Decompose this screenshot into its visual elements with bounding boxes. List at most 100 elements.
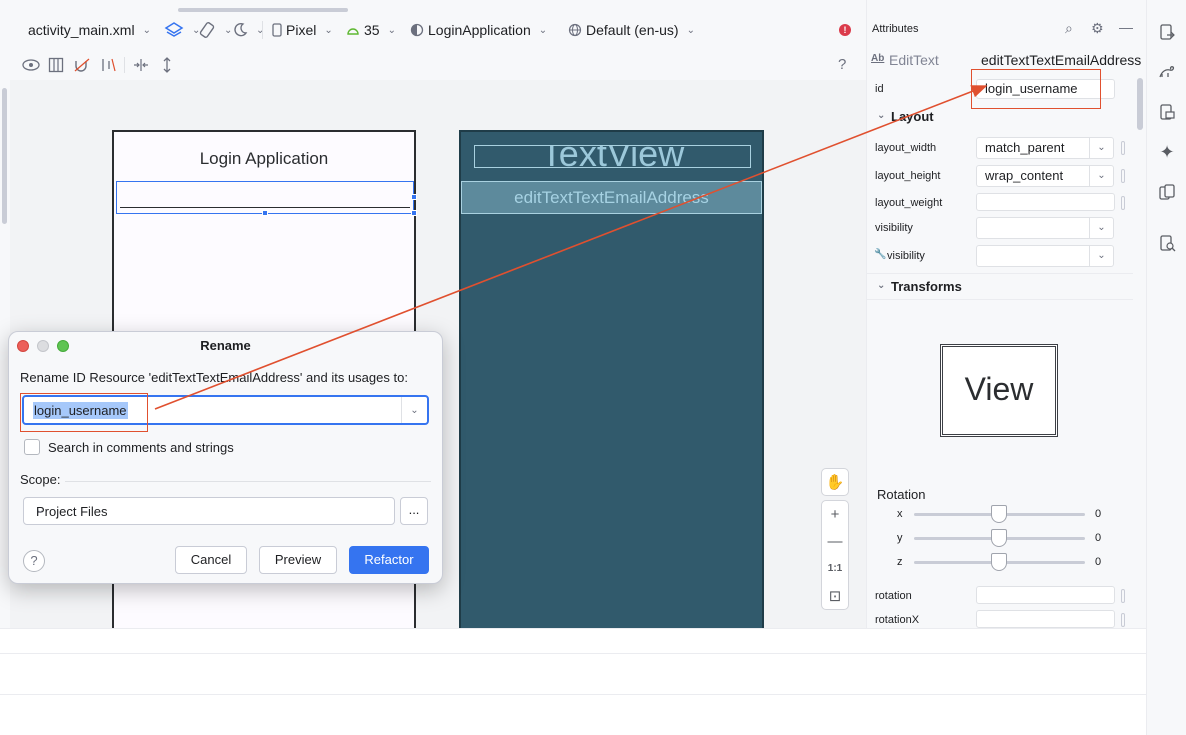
edittext-label: editTextTextEmailAddress <box>514 187 709 207</box>
device-manager-icon[interactable] <box>1157 22 1177 42</box>
attr-label: rotation <box>875 590 912 602</box>
refactor-button[interactable]: Refactor <box>349 546 429 574</box>
rotation-title: Rotation <box>877 487 926 502</box>
selected-edittext[interactable] <box>116 181 417 216</box>
slider-thumb[interactable] <box>991 529 1007 547</box>
bottom-panel-header <box>0 628 1146 654</box>
slider-thumb[interactable] <box>991 553 1007 571</box>
device-selector[interactable]: Pixel ⌄ <box>272 20 333 40</box>
cancel-button[interactable]: Cancel <box>175 546 247 574</box>
tools-visibility-dropdown[interactable]: ⌄ <box>976 245 1114 267</box>
minimize-icon[interactable]: — <box>1119 19 1133 35</box>
api-level: 35 <box>364 22 380 38</box>
resize-handle[interactable] <box>262 210 268 216</box>
attributes-scrollbar[interactable] <box>1137 78 1143 130</box>
section-divider <box>867 299 1133 300</box>
attr-pin[interactable] <box>1121 141 1125 155</box>
attr-label: visibility <box>887 250 925 262</box>
toolbar-divider <box>124 57 125 73</box>
chevron-down-icon: ⌄ <box>36 505 45 516</box>
device-file-explorer-icon[interactable] <box>1157 102 1177 122</box>
transforms-section-header[interactable]: ⌄ Transforms <box>867 276 1133 300</box>
running-devices-icon[interactable] <box>1157 182 1177 202</box>
attr-pin[interactable] <box>1121 169 1125 183</box>
resize-handle[interactable] <box>411 210 417 216</box>
theme-selector[interactable]: LoginApplication ⌄ <box>410 20 547 40</box>
layout-section-header[interactable]: ⌄ Layout <box>867 106 1133 130</box>
rotation-field[interactable] <box>976 586 1115 604</box>
attr-label: layout_height <box>875 170 941 182</box>
chevron-down-icon[interactable]: ⌄ <box>401 397 427 423</box>
attr-pin[interactable] <box>1121 196 1125 210</box>
app-title-text: Login Application <box>199 149 329 168</box>
widget-id-header: editTextTextEmailAddress <box>981 52 1142 68</box>
zoom-fit-icon[interactable]: ⊡ <box>822 582 848 609</box>
expand-vertical-icon[interactable] <box>159 56 175 74</box>
resize-handle[interactable] <box>411 194 417 200</box>
visibility-dropdown[interactable]: ⌄ <box>976 217 1114 239</box>
search-comments-checkbox[interactable] <box>24 439 40 455</box>
magnet-off-icon[interactable] <box>73 57 91 73</box>
search-comments-label[interactable]: Search in comments and strings <box>48 440 234 455</box>
zoom-in-icon[interactable]: + <box>822 501 848 528</box>
layout-height-dropdown[interactable]: wrap_content ⌄ <box>976 165 1114 187</box>
attr-value: match_parent <box>985 140 1065 155</box>
zoom-out-icon[interactable]: — <box>822 528 848 555</box>
attributes-title: Attributes <box>872 23 919 35</box>
chevron-down-icon: ⌄ <box>1089 218 1113 238</box>
gemini-sparkle-icon[interactable]: ✦ <box>1157 142 1177 162</box>
app-inspection-icon[interactable] <box>1157 233 1177 253</box>
theme-icon <box>410 23 424 37</box>
scope-dropdown[interactable]: Project Files ⌄ <box>23 497 395 525</box>
eye-icon[interactable] <box>22 57 40 73</box>
zoom-actual-size-button[interactable]: 1:1 <box>822 555 848 582</box>
rotation-value: 0 <box>1095 508 1102 520</box>
attr-pin[interactable] <box>1121 589 1125 603</box>
columns-icon[interactable] <box>48 57 64 73</box>
gradle-icon[interactable] <box>1157 62 1177 82</box>
vertical-scrollbar[interactable] <box>2 88 7 224</box>
textview-label: TextView <box>540 145 685 168</box>
night-mode-button[interactable]: ⌄ <box>232 20 264 40</box>
constraints-icon[interactable] <box>100 57 116 73</box>
file-selector[interactable]: activity_main.xml ⌄ <box>28 20 151 40</box>
gear-icon[interactable]: ⚙ <box>1091 20 1104 37</box>
wrench-icon: 🔧 <box>874 249 887 260</box>
chevron-down-icon: ⌄ <box>142 24 151 36</box>
orientation-button[interactable]: ⌄ <box>198 20 232 40</box>
file-name: activity_main.xml <box>28 22 135 38</box>
blueprint-edittext[interactable]: editTextTextEmailAddress <box>461 181 762 214</box>
chevron-down-icon: ⌄ <box>538 24 548 36</box>
scope-label: Scope: <box>20 472 61 487</box>
design-surface-button[interactable]: ⌄ <box>164 20 200 40</box>
slider-thumb[interactable] <box>991 505 1007 523</box>
pan-button[interactable]: ✋ <box>821 468 849 496</box>
chevron-down-icon: ⌄ <box>877 110 886 121</box>
tabs-scrollbar[interactable] <box>178 8 348 12</box>
blueprint-textview[interactable]: TextView <box>474 145 751 168</box>
globe-icon <box>568 23 582 37</box>
attr-label: visibility <box>875 222 913 234</box>
help-button[interactable]: ? <box>23 550 45 572</box>
search-icon[interactable]: ⌕ <box>1065 20 1073 37</box>
chevron-down-icon: ⌄ <box>1089 138 1113 158</box>
error-icon[interactable]: ! <box>839 24 851 36</box>
theme-name: LoginApplication <box>428 22 531 38</box>
layout-width-dropdown[interactable]: match_parent ⌄ <box>976 137 1114 159</box>
locale-selector[interactable]: Default (en-us) ⌄ <box>568 20 695 40</box>
zoom-controls: + — 1:1 ⊡ <box>821 500 849 610</box>
attr-value: wrap_content <box>985 168 1064 183</box>
attr-row-layout-width: layout_width match_parent ⌄ <box>867 137 1133 163</box>
api-level-selector[interactable]: 35 ⌄ <box>346 20 396 40</box>
attr-row-tools-visibility: 🔧 visibility ⌄ <box>867 245 1133 271</box>
rotation-x-field[interactable] <box>976 610 1115 628</box>
preview-button[interactable]: Preview <box>259 546 337 574</box>
rotation-value: 0 <box>1095 556 1102 568</box>
layout-weight-field[interactable] <box>976 193 1115 211</box>
pack-horizontal-icon[interactable] <box>132 57 150 73</box>
blueprint-preview[interactable]: TextView editTextTextEmailAddress <box>459 130 764 630</box>
dialog-title: Rename <box>200 338 251 353</box>
attr-pin[interactable] <box>1121 613 1125 627</box>
help-icon[interactable]: ? <box>838 56 846 73</box>
scope-more-button[interactable]: ... <box>400 497 428 525</box>
